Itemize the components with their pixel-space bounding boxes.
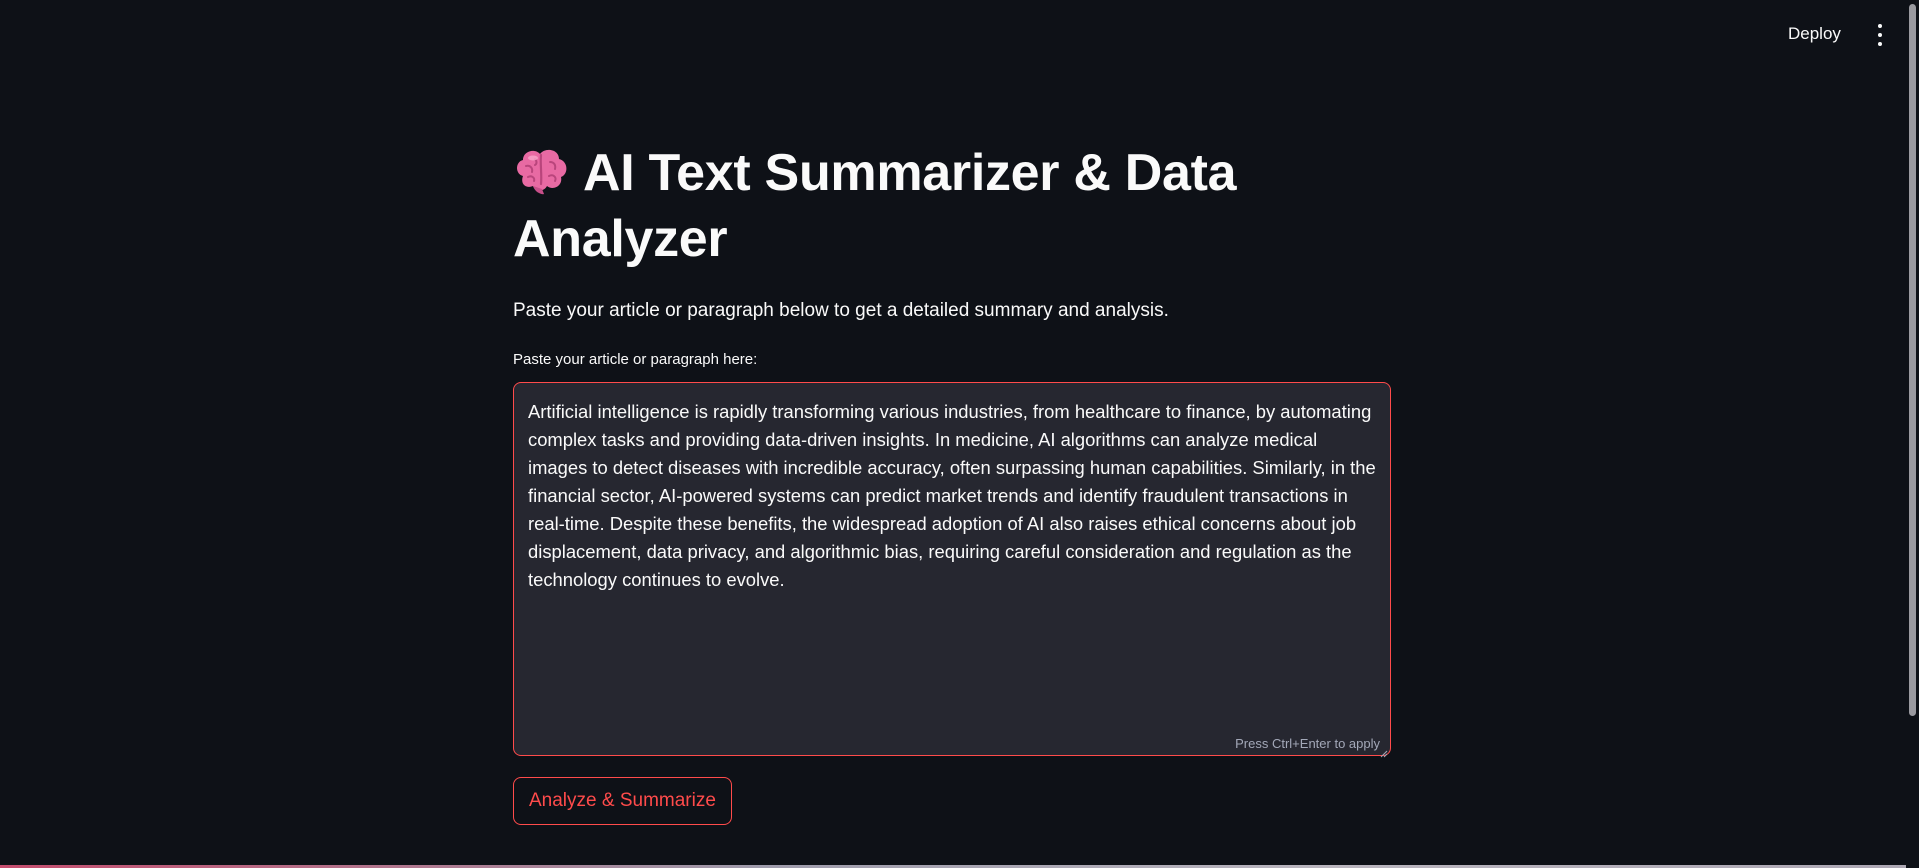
deploy-button[interactable]: Deploy <box>1784 22 1845 46</box>
main-content: AI Text Summarizer & Data Analyzer Paste… <box>513 140 1393 825</box>
menu-dot <box>1878 24 1882 28</box>
page-scrollbar[interactable] <box>1906 0 1919 868</box>
page-subtitle: Paste your article or paragraph below to… <box>513 300 1169 321</box>
menu-dot <box>1878 33 1882 37</box>
resize-handle-icon[interactable] <box>1380 745 1388 758</box>
page-title: AI Text Summarizer & Data Analyzer <box>513 140 1393 272</box>
article-input-container: Artificial intelligence is rapidly trans… <box>513 382 1391 758</box>
brain-icon <box>513 146 569 196</box>
top-toolbar: Deploy <box>0 0 1919 60</box>
page-title-text: AI Text Summarizer & Data Analyzer <box>513 144 1237 268</box>
article-input-label: Paste your article or paragraph here: <box>513 351 758 368</box>
analyze-summarize-button[interactable]: Analyze & Summarize <box>513 777 732 825</box>
apply-hint: Press Ctrl+Enter to apply <box>1235 736 1380 751</box>
menu-dot <box>1878 42 1882 46</box>
app-root: Deploy AI Text Summarizer & Data Analyze… <box>0 0 1919 868</box>
scrollbar-thumb[interactable] <box>1909 4 1916 716</box>
article-input[interactable]: Artificial intelligence is rapidly trans… <box>514 383 1390 755</box>
more-vertical-icon[interactable] <box>1874 24 1886 46</box>
